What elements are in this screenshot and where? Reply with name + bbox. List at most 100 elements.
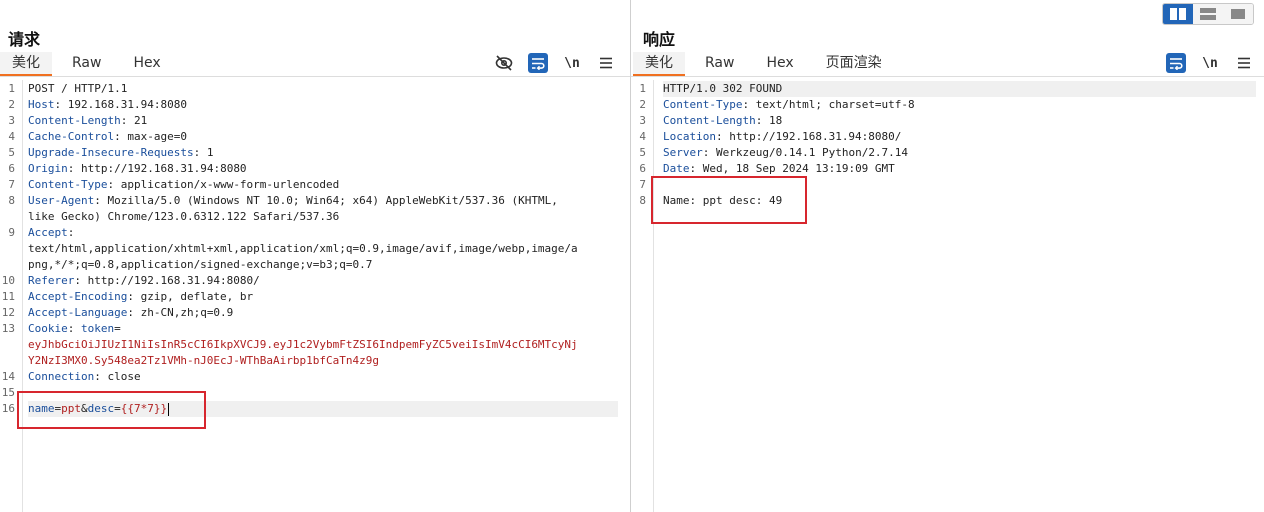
request-pane: 请求 美化 Raw Hex \n 1 2 3 4 5 6 7 8 9 10 11… <box>0 0 630 512</box>
line-number: 1 <box>8 82 15 95</box>
header-value: eyJhbGciOiJIUzI1NiIsInR5cCI6IkpXVCJ9.eyJ… <box>28 338 578 351</box>
header-name: Date <box>663 162 690 175</box>
response-pane: 响应 美化 Raw Hex 页面渲染 \n 1 2 3 4 5 6 7 8 HTTP/1.0 302… <box>631 0 1264 512</box>
header-name: Content-Length <box>663 114 756 127</box>
code-line: Content-Length: 18 <box>663 113 1256 129</box>
header-value: : Wed, 18 Sep 2024 13:19:09 GMT <box>689 162 895 175</box>
header-value: Y2NzI3MX0.Sy548ea2Tz1VMh-nJ0EcJ-WThBaAir… <box>28 354 379 367</box>
code-line: Host: 192.168.31.94:8080 <box>28 97 618 113</box>
response-tab[interactable]: Hex <box>754 52 805 76</box>
response-tab-separator <box>631 76 1264 77</box>
header-name: Referer <box>28 274 75 287</box>
header-name: token <box>81 322 115 335</box>
header-name: Cookie <box>28 322 68 335</box>
request-title: 请求 <box>8 30 41 49</box>
header-name: Content-Type <box>663 98 743 111</box>
header-name: Host <box>28 98 55 111</box>
line-number: 5 <box>8 146 15 159</box>
line-number: 9 <box>8 226 15 239</box>
header-value: : gzip, deflate, br <box>127 290 254 303</box>
request-payload-highlight <box>17 391 206 429</box>
header-name: Connection <box>28 370 95 383</box>
request-toolbar: \n <box>494 52 616 74</box>
response-tabs: 美化 Raw Hex 页面渲染 <box>633 52 902 76</box>
request-tab[interactable]: Hex <box>121 52 172 76</box>
header-value: : application/x-www-form-urlencoded <box>107 178 340 191</box>
show-newlines-toggle[interactable]: \n <box>1200 53 1220 73</box>
header-name: Location <box>663 130 716 143</box>
line-number: 7 <box>8 178 15 191</box>
response-tab[interactable]: 页面渲染 <box>814 52 894 76</box>
code-line: Accept: <box>28 225 618 241</box>
header-value: : 18 <box>755 114 783 127</box>
line-number: 16 <box>1 402 15 415</box>
hamburger-menu-icon <box>600 57 612 69</box>
request-tabs: 美化 Raw Hex <box>0 52 181 76</box>
header-value: : 1 <box>193 146 214 159</box>
header-name: Upgrade-Insecure-Requests <box>28 146 194 159</box>
response-toolbar: \n <box>1166 52 1254 74</box>
line-number: 2 <box>8 98 15 111</box>
menu-button[interactable] <box>596 53 616 73</box>
header-value: text/html,application/xhtml+xml,applicat… <box>28 242 578 255</box>
code-line: eyJhbGciOiJIUzI1NiIsInR5cCI6IkpXVCJ9.eyJ… <box>28 337 618 353</box>
code-line: Date: Wed, 18 Sep 2024 13:19:09 GMT <box>663 161 1256 177</box>
code-line: Location: http://192.168.31.94:8080/ <box>663 129 1256 145</box>
header-value: png,*/*;q=0.8,application/signed-exchang… <box>28 258 373 271</box>
header-name: Server <box>663 146 703 159</box>
response-tab[interactable]: Raw <box>693 52 746 76</box>
header-value: : http://192.168.31.94:8080/ <box>715 130 902 143</box>
line-number: 3 <box>639 114 646 127</box>
header-value: : 192.168.31.94:8080 <box>54 98 187 111</box>
response-editor[interactable]: 1 2 3 4 5 6 7 8 HTTP/1.0 302 FOUND Content-Type:… <box>631 80 1264 512</box>
code-line: Accept-Encoding: gzip, deflate, br <box>28 289 618 305</box>
header-value: : http://192.168.31.94:8080/ <box>74 274 260 287</box>
wrap-lines-icon <box>1170 57 1183 70</box>
line-number: 7 <box>639 178 646 191</box>
header-name: Cache-Control <box>28 130 115 143</box>
line-number: 10 <box>1 274 15 287</box>
code-line: Cookie: token= <box>28 321 618 337</box>
hamburger-menu-icon <box>1238 57 1250 69</box>
code-line: Content-Type: text/html; charset=utf-8 <box>663 97 1256 113</box>
show-newlines-toggle[interactable]: \n <box>562 53 582 73</box>
line-number: 6 <box>639 162 646 175</box>
menu-button[interactable] <box>1234 53 1254 73</box>
word-wrap-toggle[interactable] <box>1166 53 1186 73</box>
header-name: Accept-Encoding <box>28 290 128 303</box>
line-number: 2 <box>639 98 646 111</box>
line-number-gutter: 1 2 3 4 5 6 7 8 9 10 11 12 13 14 15 16 <box>0 80 23 512</box>
eye-slash-icon <box>495 55 513 71</box>
code-line: Cache-Control: max-age=0 <box>28 129 618 145</box>
word-wrap-toggle[interactable] <box>528 53 548 73</box>
header-value: HTTP/1.0 302 FOUND <box>663 82 783 95</box>
response-tab[interactable]: 美化 <box>633 52 685 76</box>
header-value: : http://192.168.31.94:8080 <box>67 162 247 175</box>
code-line: Y2NzI3MX0.Sy548ea2Tz1VMh-nJ0EcJ-WThBaAir… <box>28 353 618 369</box>
header-name: Accept <box>28 226 68 239</box>
line-number: 14 <box>1 370 15 383</box>
code-line: png,*/*;q=0.8,application/signed-exchang… <box>28 257 618 273</box>
line-number: 1 <box>639 82 646 95</box>
code-line: Accept-Language: zh-CN,zh;q=0.9 <box>28 305 618 321</box>
code-line: Content-Length: 21 <box>28 113 618 129</box>
code-line: Server: Werkzeug/0.14.1 Python/2.7.14 <box>663 145 1256 161</box>
header-value: : close <box>94 370 141 383</box>
request-tab-separator <box>0 76 630 77</box>
line-number: 12 <box>1 306 15 319</box>
code-line: POST / HTTP/1.1 <box>28 81 618 97</box>
code-line: Content-Type: application/x-www-form-url… <box>28 177 618 193</box>
line-number-gutter: 1 2 3 4 5 6 7 8 <box>631 80 654 512</box>
line-number: 6 <box>8 162 15 175</box>
header-value: POST / HTTP/1.1 <box>28 82 128 95</box>
line-number: 8 <box>8 194 15 207</box>
line-number: 4 <box>8 130 15 143</box>
hide-nonprintable-button[interactable] <box>494 53 514 73</box>
header-value: : <box>67 226 75 239</box>
header-name: User-Agent <box>28 194 95 207</box>
request-editor[interactable]: 1 2 3 4 5 6 7 8 9 10 11 12 13 14 15 16 POST / HTTP/1.1 H… <box>0 80 630 512</box>
request-tab[interactable]: Raw <box>60 52 113 76</box>
header-value: : 21 <box>120 114 148 127</box>
header-value: : max-age=0 <box>114 130 187 143</box>
request-tab[interactable]: 美化 <box>0 52 52 76</box>
